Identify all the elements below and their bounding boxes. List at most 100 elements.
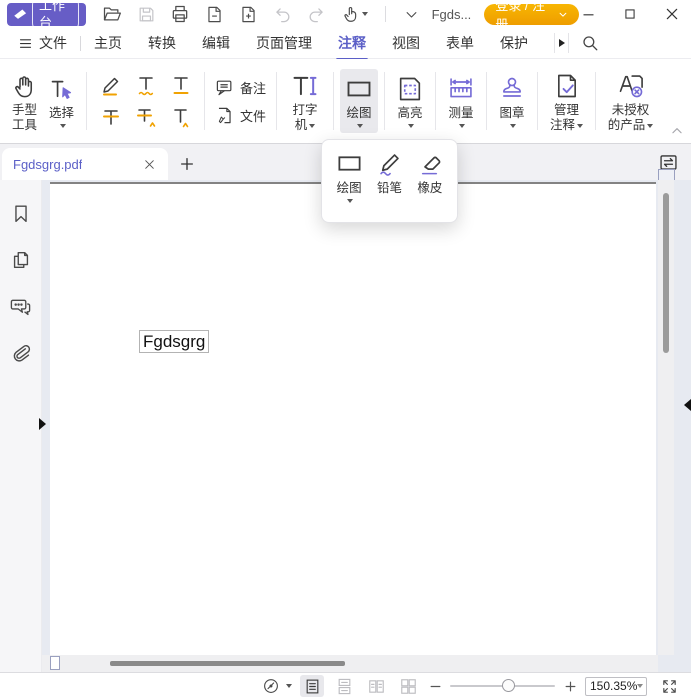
redo-icon[interactable] bbox=[306, 4, 327, 25]
open-folder-icon[interactable] bbox=[102, 4, 123, 25]
drawing-button[interactable]: 绘图 bbox=[340, 69, 378, 133]
replace-text-icon[interactable] bbox=[130, 103, 162, 131]
insert-text-icon[interactable] bbox=[165, 103, 197, 131]
zoom-level-select[interactable]: 150.35% bbox=[585, 677, 647, 696]
dropdown-item-pencil[interactable]: 铅笔 bbox=[370, 150, 408, 196]
highlight-text-icon[interactable] bbox=[95, 71, 127, 99]
maximize-button[interactable] bbox=[621, 5, 639, 23]
zoom-out-button[interactable] bbox=[428, 679, 442, 693]
unauthorized-product-button[interactable]: 未授权的产品 bbox=[602, 66, 659, 136]
dropdown-item-eraser[interactable]: 橡皮 bbox=[411, 150, 449, 196]
facing-continuous-view-button[interactable] bbox=[396, 675, 420, 697]
file-attachment-button[interactable]: 文件 bbox=[215, 106, 266, 125]
caret-down-icon bbox=[309, 124, 315, 128]
hand-icon bbox=[11, 71, 38, 101]
print-icon[interactable] bbox=[170, 4, 191, 25]
caret-down-icon bbox=[58, 122, 66, 130]
status-bar: 150.35% bbox=[0, 672, 691, 699]
page-text-annotation[interactable]: Fgdsgrg bbox=[139, 330, 209, 353]
rectangle-shape-icon bbox=[336, 150, 363, 177]
file-pin-icon bbox=[215, 106, 234, 125]
new-tab-button[interactable] bbox=[176, 153, 198, 175]
highlight-area-button[interactable]: 高亮 bbox=[391, 69, 429, 133]
menu-bar: 文件 主页 转换 编辑 页面管理 注释 视图 表单 保护 bbox=[0, 28, 691, 59]
caret-down-icon bbox=[577, 124, 583, 128]
quick-access-toolbar bbox=[102, 4, 422, 25]
menu-item-comment[interactable]: 注释 bbox=[338, 33, 366, 53]
underline-text-icon[interactable] bbox=[165, 71, 197, 99]
ribbon-separator bbox=[333, 72, 334, 130]
login-register-button[interactable]: 登录 / 注册 bbox=[484, 4, 579, 25]
squiggly-underline-icon[interactable] bbox=[130, 71, 162, 99]
attachments-panel-icon[interactable] bbox=[9, 340, 33, 364]
menu-item-file[interactable]: 文件 bbox=[18, 33, 67, 53]
view-mode-button[interactable] bbox=[262, 677, 292, 695]
menu-item-home[interactable]: 主页 bbox=[94, 33, 122, 53]
menu-comment-label: 注释 bbox=[338, 35, 366, 51]
close-tab-icon[interactable] bbox=[141, 156, 157, 172]
horizontal-scrollbar-button[interactable] bbox=[50, 656, 60, 670]
document-tab[interactable]: Fgdsgrg.pdf bbox=[2, 148, 168, 180]
continuous-view-button[interactable] bbox=[332, 675, 356, 697]
page-add-icon[interactable] bbox=[238, 4, 259, 25]
typewriter-button[interactable]: 打字机 bbox=[283, 66, 327, 136]
more-menus-button[interactable] bbox=[554, 33, 569, 53]
title-bar: 工作台 bbox=[0, 0, 691, 28]
manage-comments-button[interactable]: 管理注释 bbox=[544, 66, 589, 136]
note-comment-button[interactable]: 备注 bbox=[215, 78, 266, 97]
save-icon[interactable] bbox=[136, 4, 157, 25]
undo-icon[interactable] bbox=[272, 4, 293, 25]
note-file-group: 备注 文件 bbox=[211, 78, 270, 125]
rectangle-shape-icon bbox=[345, 74, 373, 104]
caret-down-icon bbox=[355, 122, 363, 130]
stamp-button[interactable]: 图章 bbox=[493, 69, 531, 133]
single-page-view-button[interactable] bbox=[300, 675, 324, 697]
menu-separator bbox=[80, 36, 81, 51]
zoom-slider[interactable] bbox=[450, 679, 555, 693]
bookmarks-panel-icon[interactable] bbox=[9, 202, 33, 226]
chevron-down-icon[interactable] bbox=[401, 4, 422, 25]
hand-tool-label: 手型工具 bbox=[12, 103, 38, 133]
horizontal-scrollbar[interactable] bbox=[42, 655, 658, 672]
page-remove-icon[interactable] bbox=[204, 4, 225, 25]
zoom-slider-handle[interactable] bbox=[502, 679, 515, 692]
menu-item-convert[interactable]: 转换 bbox=[148, 33, 176, 53]
menu-item-protect[interactable]: 保护 bbox=[500, 33, 528, 53]
note-label: 备注 bbox=[240, 78, 266, 97]
close-button[interactable] bbox=[663, 5, 681, 23]
menu-item-form[interactable]: 表单 bbox=[446, 33, 474, 53]
zoom-in-button[interactable] bbox=[563, 679, 577, 693]
dropdown-pencil-label: 铅笔 bbox=[377, 181, 402, 196]
caret-down-icon bbox=[362, 12, 368, 16]
horizontal-scrollbar-thumb[interactable] bbox=[110, 661, 345, 666]
menu-item-edit[interactable]: 编辑 bbox=[202, 33, 230, 53]
measure-button[interactable]: 测量 bbox=[442, 69, 480, 133]
unauthorized-product-icon bbox=[617, 71, 645, 101]
strikethrough-text-icon[interactable] bbox=[95, 103, 127, 131]
vertical-scrollbar[interactable] bbox=[658, 180, 674, 655]
caret-down-icon bbox=[558, 9, 568, 20]
fullscreen-button[interactable] bbox=[661, 678, 678, 695]
vertical-scrollbar-thumb[interactable] bbox=[663, 193, 669, 353]
pdf-page: Fgdsgrg bbox=[50, 182, 656, 655]
menu-file-label: 文件 bbox=[39, 33, 67, 53]
menu-item-view[interactable]: 视图 bbox=[392, 33, 420, 53]
comments-panel-icon[interactable] bbox=[9, 294, 33, 318]
right-edge-strip bbox=[674, 180, 691, 672]
hand-mode-icon[interactable] bbox=[340, 4, 370, 25]
expand-left-panel-handle[interactable] bbox=[39, 418, 46, 430]
pages-panel-icon[interactable] bbox=[9, 248, 33, 272]
workspace-button[interactable]: 工作台 bbox=[7, 3, 86, 26]
collapse-ribbon-icon[interactable] bbox=[670, 124, 684, 138]
caret-down-icon bbox=[406, 122, 414, 130]
select-tool-button[interactable]: 选择 bbox=[43, 69, 80, 133]
minimize-button[interactable] bbox=[579, 5, 597, 23]
hand-tool-button[interactable]: 手型工具 bbox=[6, 66, 43, 136]
ribbon-separator bbox=[86, 72, 87, 130]
text-markup-group bbox=[93, 70, 198, 132]
expand-right-panel-handle[interactable] bbox=[684, 399, 691, 411]
facing-view-button[interactable] bbox=[364, 675, 388, 697]
search-icon[interactable] bbox=[581, 34, 599, 52]
menu-item-page-management[interactable]: 页面管理 bbox=[256, 33, 312, 53]
dropdown-item-drawing[interactable]: 绘图 bbox=[330, 150, 368, 205]
